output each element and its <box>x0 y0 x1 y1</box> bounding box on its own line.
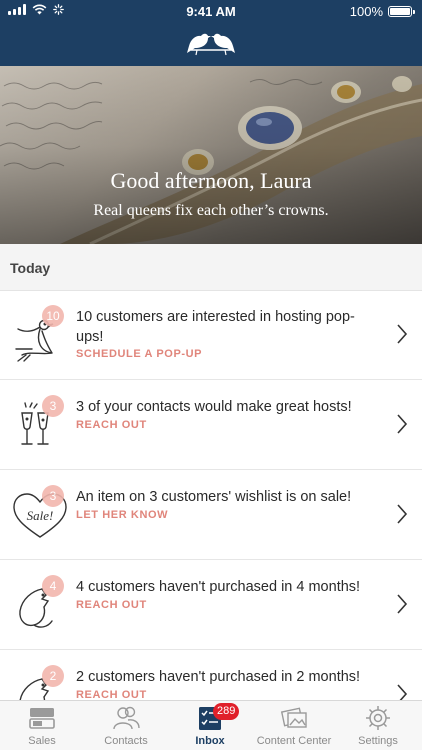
item-action-link[interactable]: SCHEDULE A POP-UP <box>76 348 202 360</box>
tab-sales[interactable]: Sales <box>0 701 84 750</box>
battery-percent: 100% <box>349 4 383 19</box>
list-item[interactable]: 3 3 of your contacts would make great ho… <box>0 381 422 470</box>
item-action-link[interactable]: LET HER KNOW <box>76 509 168 521</box>
item-action-link[interactable]: REACH OUT <box>76 599 147 611</box>
chevron-right-icon <box>397 504 408 524</box>
count-badge: 4 <box>42 575 64 597</box>
task-list[interactable]: 10 10 customers are interested in hostin… <box>0 291 422 700</box>
tab-label: Contacts <box>104 735 148 747</box>
item-title: 4 customers haven't purchased in 4 month… <box>76 579 361 595</box>
two-birds-logo-icon <box>187 33 235 56</box>
list-item[interactable]: 10 10 customers are interested in hostin… <box>0 291 422 380</box>
top-bar: 9:41 AM 100% <box>0 0 422 66</box>
item-title: An item on 3 customers' wishlist is on s… <box>76 489 352 505</box>
greeting-tagline: Real queens fix each other’s crowns. <box>93 202 329 219</box>
chevron-right-icon <box>397 684 408 700</box>
chevron-right-icon <box>397 414 408 434</box>
tab-bar: Sales Contacts 289 Inbox Content Center … <box>0 700 422 750</box>
svg-text:Sale!: Sale! <box>27 508 54 523</box>
contacts-icon <box>113 706 140 730</box>
tab-inbox[interactable]: 289 Inbox <box>168 701 252 750</box>
tab-contacts[interactable]: Contacts <box>84 701 168 750</box>
inbox-count-badge: 289 <box>213 703 240 720</box>
tab-label: Settings <box>358 735 398 747</box>
hero-banner: Good afternoon, Laura Real queens fix ea… <box>0 66 422 244</box>
status-bar: 9:41 AM 100% <box>0 0 422 24</box>
count-badge: 10 <box>42 305 64 327</box>
status-right: 100% <box>349 4 415 19</box>
section-header-today: Today <box>0 244 422 291</box>
tab-label: Content Center <box>256 735 332 747</box>
list-item[interactable]: 2 2 customers haven't purchased in 2 mon… <box>0 651 422 700</box>
item-action-link[interactable]: REACH OUT <box>76 689 147 700</box>
item-title: 2 customers haven't purchased in 2 month… <box>76 669 361 685</box>
chevron-right-icon <box>397 594 408 614</box>
item-title: 10 customers are interested in hosting p… <box>76 309 355 345</box>
list-item[interactable]: Sale! 3 An item on 3 customers' wishlist… <box>0 471 422 560</box>
tab-content-center[interactable]: Content Center <box>252 701 336 750</box>
item-action-link[interactable]: REACH OUT <box>76 419 147 431</box>
tab-label: Sales <box>28 735 56 747</box>
item-title: 3 of your contacts would make great host… <box>76 399 352 415</box>
count-badge: 3 <box>42 395 64 417</box>
section-title: Today <box>10 260 51 276</box>
greeting-title: Good afternoon, Laura <box>110 168 312 193</box>
photos-icon <box>280 707 307 728</box>
battery-icon <box>388 6 415 17</box>
chevron-right-icon <box>397 324 408 344</box>
list-item[interactable]: 4 4 customers haven't purchased in 4 mon… <box>0 561 422 650</box>
count-badge: 2 <box>42 665 64 687</box>
count-badge: 3 <box>42 485 64 507</box>
gear-icon <box>366 706 390 730</box>
tab-settings[interactable]: Settings <box>336 701 420 750</box>
tab-label: Inbox <box>195 735 225 747</box>
sales-icon <box>29 708 55 729</box>
